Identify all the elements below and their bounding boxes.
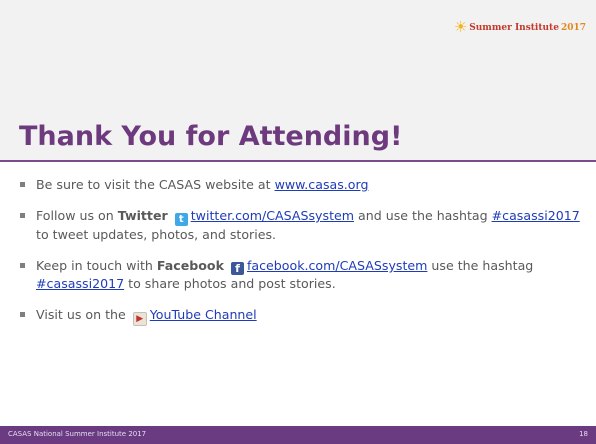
bullet-text: use the hashtag xyxy=(427,258,534,273)
bullet-marker xyxy=(20,213,25,218)
bullet-youtube: Visit us on the ▶ YouTube Channel xyxy=(20,306,580,326)
logo-text: Summer Institute xyxy=(469,22,559,33)
bullet-text: to share photos and post stories. xyxy=(124,276,336,291)
footer-text: CASAS National Summer Institute 2017 xyxy=(8,430,147,438)
twitter-icon: t xyxy=(174,213,188,226)
bullet-marker xyxy=(20,182,25,187)
bullet-text: Be sure to visit the CASAS website at xyxy=(36,177,275,192)
bullet-list: Be sure to visit the CASAS website at ww… xyxy=(20,176,580,340)
bullet-text: and use the hashtag xyxy=(354,208,492,223)
page-number: 18 xyxy=(579,430,588,438)
bullet-twitter: Follow us on Twitter t twitter.com/CASASs… xyxy=(20,207,580,243)
twitter-label: Twitter xyxy=(117,208,168,223)
bullet-marker xyxy=(20,312,25,317)
bullet-text: Visit us on the xyxy=(36,307,130,322)
title-divider xyxy=(0,160,596,162)
facebook-icon: f xyxy=(230,262,244,275)
logo-year: 2017 xyxy=(560,22,586,33)
youtube-icon: ▶ xyxy=(132,312,147,326)
facebook-link[interactable]: facebook.com/CASASsystem xyxy=(247,258,427,273)
hashtag-link[interactable]: #casassi2017 xyxy=(36,276,124,291)
sun-icon: ☀ xyxy=(453,18,468,36)
bullet-text: Follow us on xyxy=(36,208,118,223)
twitter-link[interactable]: twitter.com/CASASsystem xyxy=(191,208,354,223)
youtube-channel-link[interactable]: YouTube Channel xyxy=(150,307,257,322)
facebook-label: Facebook xyxy=(156,258,224,273)
bullet-text: Keep in touch with xyxy=(36,258,157,273)
bullet-text: to tweet updates, photos, and stories. xyxy=(36,227,277,242)
slide: ☀ Summer Institute 2017 Thank You for At… xyxy=(0,0,596,444)
hashtag-link[interactable]: #casassi2017 xyxy=(492,208,580,223)
bullet-facebook: Keep in touch with Facebook f facebook.co… xyxy=(20,257,580,292)
bullet-marker xyxy=(20,263,25,268)
slide-title: Thank You for Attending! xyxy=(19,121,403,152)
casas-website-link[interactable]: www.casas.org xyxy=(275,177,369,192)
bullet-website: Be sure to visit the CASAS website at ww… xyxy=(20,176,580,193)
summer-institute-logo: ☀ Summer Institute 2017 xyxy=(454,20,586,35)
footer-bar: CASAS National Summer Institute 2017 18 xyxy=(0,426,596,444)
